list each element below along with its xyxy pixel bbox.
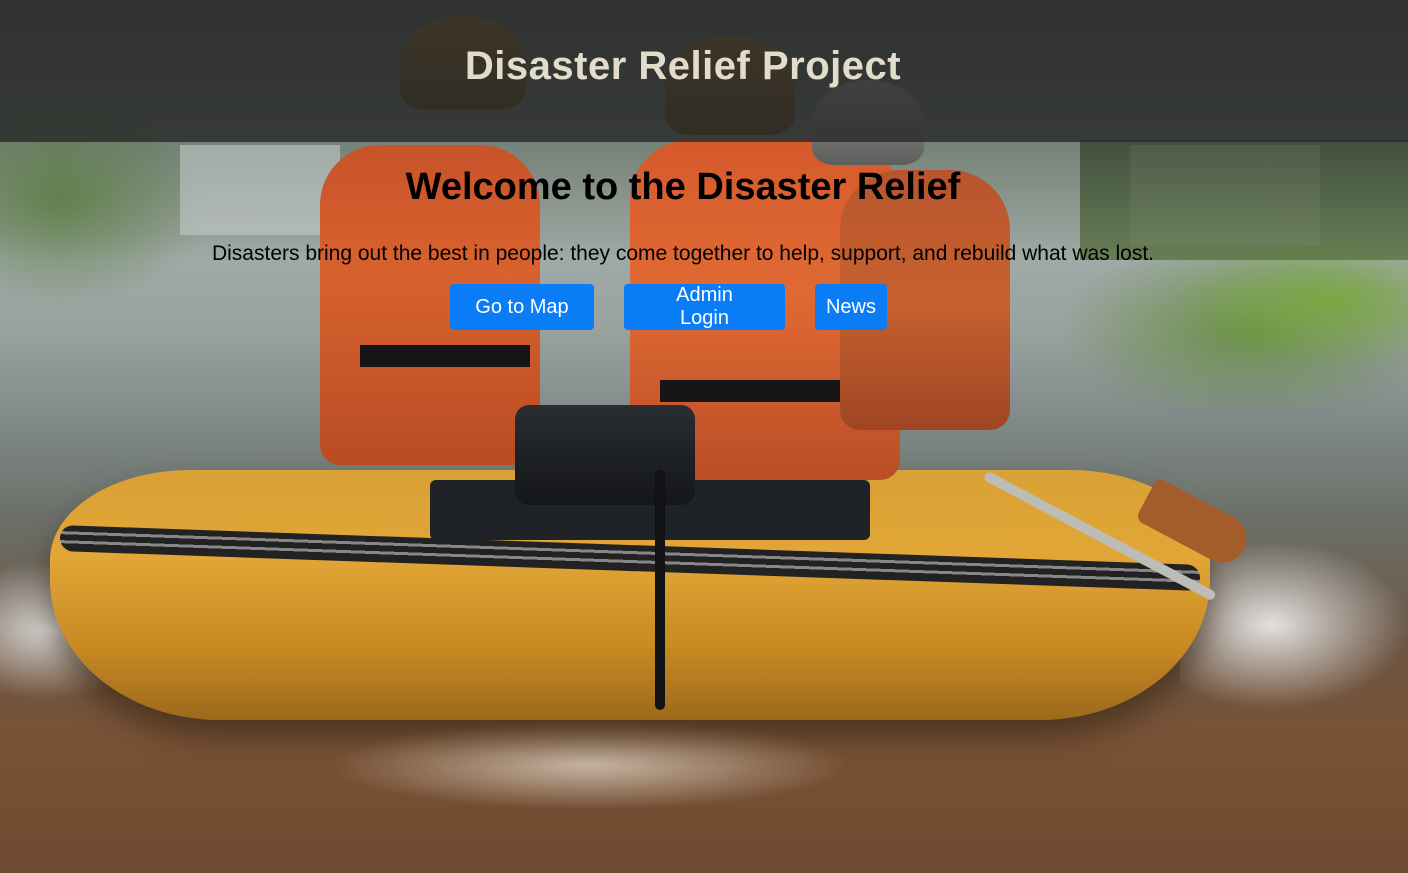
site-title: Disaster Relief Project — [464, 44, 902, 88]
go-to-map-button[interactable]: Go to Map — [450, 284, 594, 330]
admin-login-button[interactable]: Admin Login — [624, 284, 785, 330]
vest-strap — [360, 345, 530, 367]
tagline: Disasters bring out the best in people: … — [211, 242, 1155, 265]
vest-strap — [660, 380, 870, 402]
site-header: Disaster Relief Project — [0, 0, 1408, 142]
water-spray — [1180, 540, 1408, 710]
boat-wake — [330, 720, 850, 810]
page: Disaster Relief Project Welcome to the D… — [0, 0, 1408, 873]
motor-cord — [655, 470, 665, 710]
outboard-motor — [515, 405, 695, 505]
welcome-heading: Welcome to the Disaster Relief — [405, 166, 961, 208]
action-buttons: Go to Map Admin Login News — [450, 284, 887, 330]
news-button[interactable]: News — [815, 284, 887, 330]
